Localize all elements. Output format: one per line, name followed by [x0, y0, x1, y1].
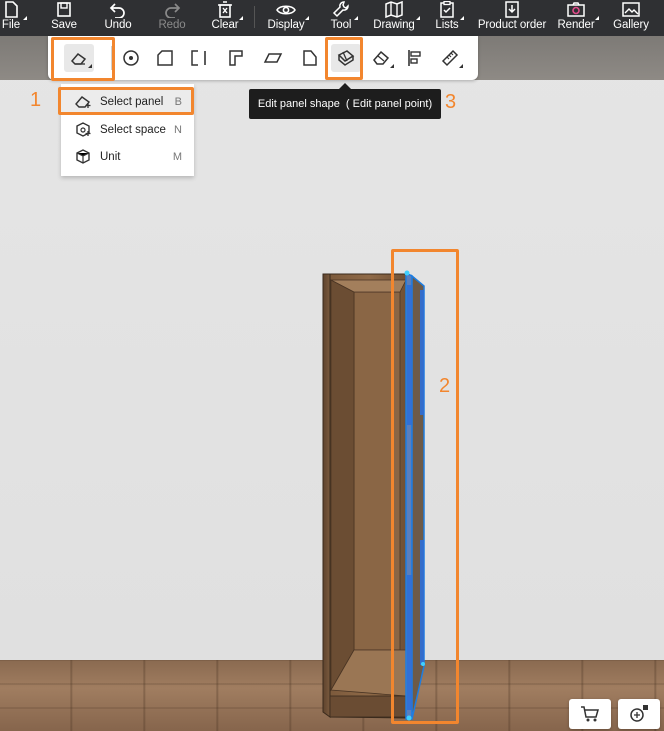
highlight-select-panel	[58, 87, 194, 115]
chamfer-tool-button[interactable]	[295, 44, 325, 72]
ruler-icon	[441, 49, 459, 67]
align-left-icon	[408, 50, 421, 66]
callout-1: 1	[30, 89, 42, 111]
parallelogram-tool-button[interactable]	[258, 44, 288, 72]
measure-tool-button[interactable]	[435, 44, 465, 72]
cart-icon	[581, 706, 599, 722]
callout-2: 2	[439, 375, 451, 397]
l-shape-tool-button[interactable]	[221, 44, 251, 72]
paint-tool-button[interactable]	[366, 44, 396, 72]
edge-tool-button[interactable]	[185, 44, 215, 72]
point-tool-button[interactable]	[116, 44, 146, 72]
chamfer-doc-icon	[303, 50, 317, 66]
parallelogram-icon	[263, 53, 283, 63]
cabinet-inner-left	[330, 279, 355, 692]
highlight-select-mode	[51, 37, 115, 81]
cabinet-left-panel[interactable]	[322, 273, 331, 718]
select-space-icon	[76, 121, 91, 137]
dropdown-item-select-space[interactable]: Select space N	[61, 116, 194, 143]
edit-panel-shape-tooltip: Edit panel shape ( Edit panel point)	[249, 83, 441, 119]
unit-cube-icon	[76, 148, 90, 164]
l-shape-icon	[229, 50, 243, 66]
align-tool-button[interactable]	[400, 44, 430, 72]
corner-cut-icon	[157, 50, 173, 66]
highlight-edit-panel-shape	[325, 37, 363, 80]
corner-cut-tool-button[interactable]	[150, 44, 180, 72]
dropdown-item-unit[interactable]: Unit M	[61, 143, 194, 170]
target-circle-icon	[123, 50, 139, 66]
settings-button[interactable]	[618, 699, 660, 729]
eraser-paint-icon	[373, 50, 390, 65]
edge-bracket-icon	[191, 50, 206, 66]
magic-link-icon	[630, 705, 648, 722]
highlight-selected-panel	[391, 249, 459, 724]
callout-3: 3	[445, 91, 457, 113]
cart-button[interactable]	[569, 699, 611, 729]
